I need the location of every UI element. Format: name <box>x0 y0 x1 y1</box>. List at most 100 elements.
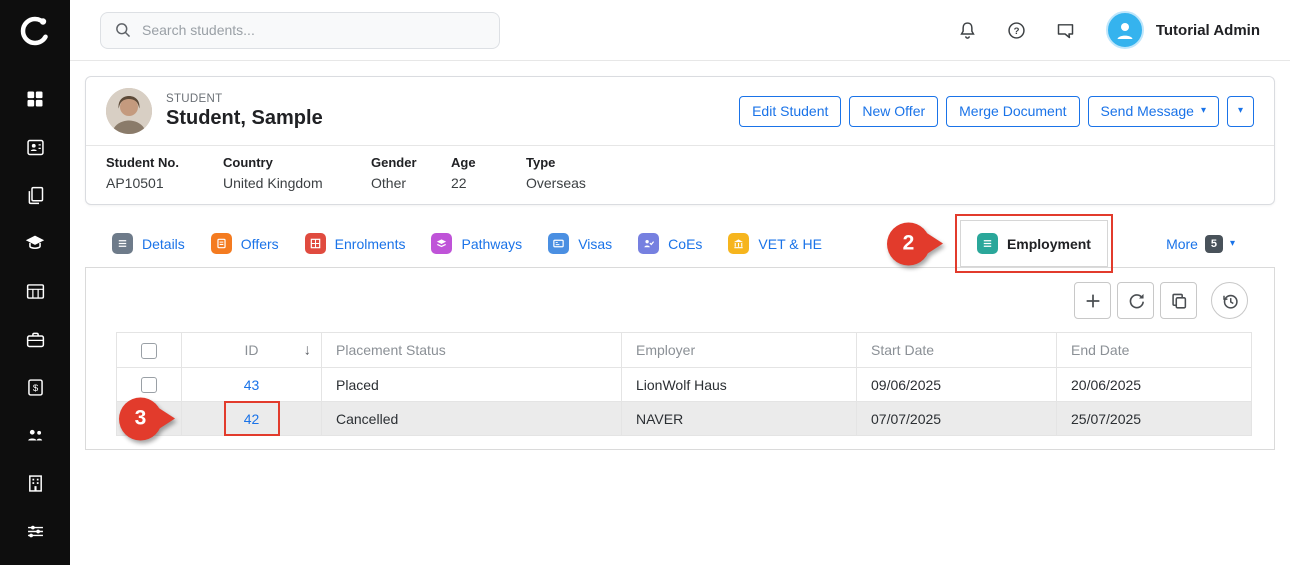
student-tabs: Details Offers Enrolments Pathways Visas… <box>85 219 1275 268</box>
annotation-arrow-step-2: 2 <box>887 222 930 265</box>
chat-icon[interactable] <box>1054 18 1078 42</box>
table-row[interactable]: 42 3 Cancelled NAVER 07/07/2025 25/07/20… <box>117 402 1252 436</box>
search-box[interactable] <box>100 12 500 49</box>
sidebar-item-facilities-icon[interactable] <box>23 471 47 495</box>
sort-desc-icon[interactable]: ↓ <box>304 342 312 359</box>
more-actions-dropdown-button[interactable]: ▾ <box>1227 96 1254 127</box>
coes-tab-icon <box>638 233 659 254</box>
user-avatar[interactable] <box>1106 11 1144 49</box>
info-type: Type Overseas <box>526 155 586 191</box>
cell-end-date: 25/07/2025 <box>1057 402 1252 436</box>
student-identity: STUDENT Student, Sample <box>166 93 323 130</box>
add-record-button[interactable] <box>1074 282 1111 319</box>
sidebar-item-settings-icon[interactable] <box>23 519 47 543</box>
student-actions: Edit Student New Offer Merge Document Se… <box>739 96 1254 127</box>
sidebar-item-agents-icon[interactable] <box>23 423 47 447</box>
header-employer[interactable]: Employer <box>622 333 857 368</box>
help-icon[interactable]: ? <box>1005 18 1029 42</box>
info-label: Student No. <box>106 155 223 170</box>
select-all-checkbox[interactable] <box>141 343 157 359</box>
chevron-down-icon: ▾ <box>1201 106 1206 116</box>
app-logo-icon[interactable] <box>0 0 70 61</box>
student-name: Student, Sample <box>166 107 323 130</box>
sidebar-nav: $ <box>0 61 70 543</box>
tab-vet-he[interactable]: VET & HE <box>715 219 835 268</box>
tab-details[interactable]: Details <box>99 219 198 268</box>
cell-employer: NAVER <box>622 402 857 436</box>
table-row[interactable]: 43 Placed LionWolf Haus 09/06/2025 20/06… <box>117 368 1252 402</box>
search-icon <box>114 21 132 39</box>
employment-table: ID ↓ Placement Status Employer Start Dat… <box>116 332 1252 436</box>
tab-visas[interactable]: Visas <box>535 219 625 268</box>
student-info-row: Student No. AP10501 Country United Kingd… <box>86 145 1274 204</box>
sidebar-item-finance-icon[interactable]: $ <box>23 375 47 399</box>
info-value: United Kingdom <box>223 175 371 191</box>
sidebar-item-employers-icon[interactable] <box>23 327 47 351</box>
info-value: Other <box>371 175 451 191</box>
cell-end-date: 20/06/2025 <box>1057 368 1252 402</box>
cell-employer: LionWolf Haus <box>622 368 857 402</box>
tab-label: Employment <box>1007 236 1091 252</box>
tab-coes[interactable]: CoEs <box>625 219 715 268</box>
svg-text:?: ? <box>1014 26 1020 37</box>
info-student-no: Student No. AP10501 <box>106 155 223 191</box>
cell-placement-status: Cancelled <box>322 402 622 436</box>
header-checkbox-cell <box>117 333 182 368</box>
enrolments-tab-icon <box>305 233 326 254</box>
annotation-step-number: 3 <box>135 407 147 431</box>
new-offer-button[interactable]: New Offer <box>849 96 938 127</box>
search-input[interactable] <box>142 22 486 38</box>
tab-pathways[interactable]: Pathways <box>418 219 535 268</box>
info-label: Age <box>451 155 526 170</box>
chevron-down-icon: ▾ <box>1238 106 1243 116</box>
header-end-date[interactable]: End Date <box>1057 333 1252 368</box>
employment-tab-icon <box>977 233 998 254</box>
info-label: Type <box>526 155 586 170</box>
table-toolbar <box>1074 282 1248 319</box>
tab-label: Offers <box>241 236 279 252</box>
send-message-label: Send Message <box>1101 103 1194 119</box>
info-value: AP10501 <box>106 175 223 191</box>
header-placement-status[interactable]: Placement Status <box>322 333 622 368</box>
tab-offers[interactable]: Offers <box>198 219 292 268</box>
record-id-link[interactable]: 42 <box>244 411 260 427</box>
offers-tab-icon <box>211 233 232 254</box>
info-country: Country United Kingdom <box>223 155 371 191</box>
sidebar-item-courses-icon[interactable] <box>23 231 47 255</box>
sidebar-item-contacts-icon[interactable] <box>23 135 47 159</box>
sidebar-item-dashboard-icon[interactable] <box>23 87 47 111</box>
more-label: More <box>1166 236 1198 252</box>
header-start-date[interactable]: Start Date <box>857 333 1057 368</box>
merge-document-button[interactable]: Merge Document <box>946 96 1079 127</box>
row-checkbox-cell <box>117 368 182 402</box>
details-tab-icon <box>112 233 133 254</box>
record-id-link[interactable]: 43 <box>244 377 260 393</box>
row-checkbox[interactable] <box>141 377 157 393</box>
header-id[interactable]: ID ↓ <box>182 333 322 368</box>
record-type-label: STUDENT <box>166 93 323 105</box>
sidebar-item-timetables-icon[interactable] <box>23 279 47 303</box>
tab-employment[interactable]: Employment 2 <box>960 220 1108 267</box>
edit-student-button[interactable]: Edit Student <box>739 96 841 127</box>
info-value: 22 <box>451 175 526 191</box>
user-name[interactable]: Tutorial Admin <box>1156 22 1260 39</box>
annotation-step-number: 2 <box>903 232 915 256</box>
sidebar: $ <box>0 0 70 565</box>
info-label: Country <box>223 155 371 170</box>
cell-id: 42 3 <box>182 402 322 436</box>
topbar-actions: ? Tutorial Admin <box>931 11 1260 49</box>
cell-id: 43 <box>182 368 322 402</box>
refresh-button[interactable] <box>1117 282 1154 319</box>
history-button[interactable] <box>1211 282 1248 319</box>
tab-label: CoEs <box>668 236 702 252</box>
more-tabs-menu[interactable]: More 5 ▾ <box>1166 235 1235 253</box>
notifications-bell-icon[interactable] <box>956 18 980 42</box>
column-label: ID <box>245 342 259 358</box>
send-message-button[interactable]: Send Message ▾ <box>1088 96 1219 127</box>
sidebar-item-documents-icon[interactable] <box>23 183 47 207</box>
copy-button[interactable] <box>1160 282 1197 319</box>
table-header-row: ID ↓ Placement Status Employer Start Dat… <box>117 333 1252 368</box>
tab-enrolments[interactable]: Enrolments <box>292 219 419 268</box>
student-header-row: STUDENT Student, Sample Edit Student New… <box>86 77 1274 145</box>
tab-label: Details <box>142 236 185 252</box>
